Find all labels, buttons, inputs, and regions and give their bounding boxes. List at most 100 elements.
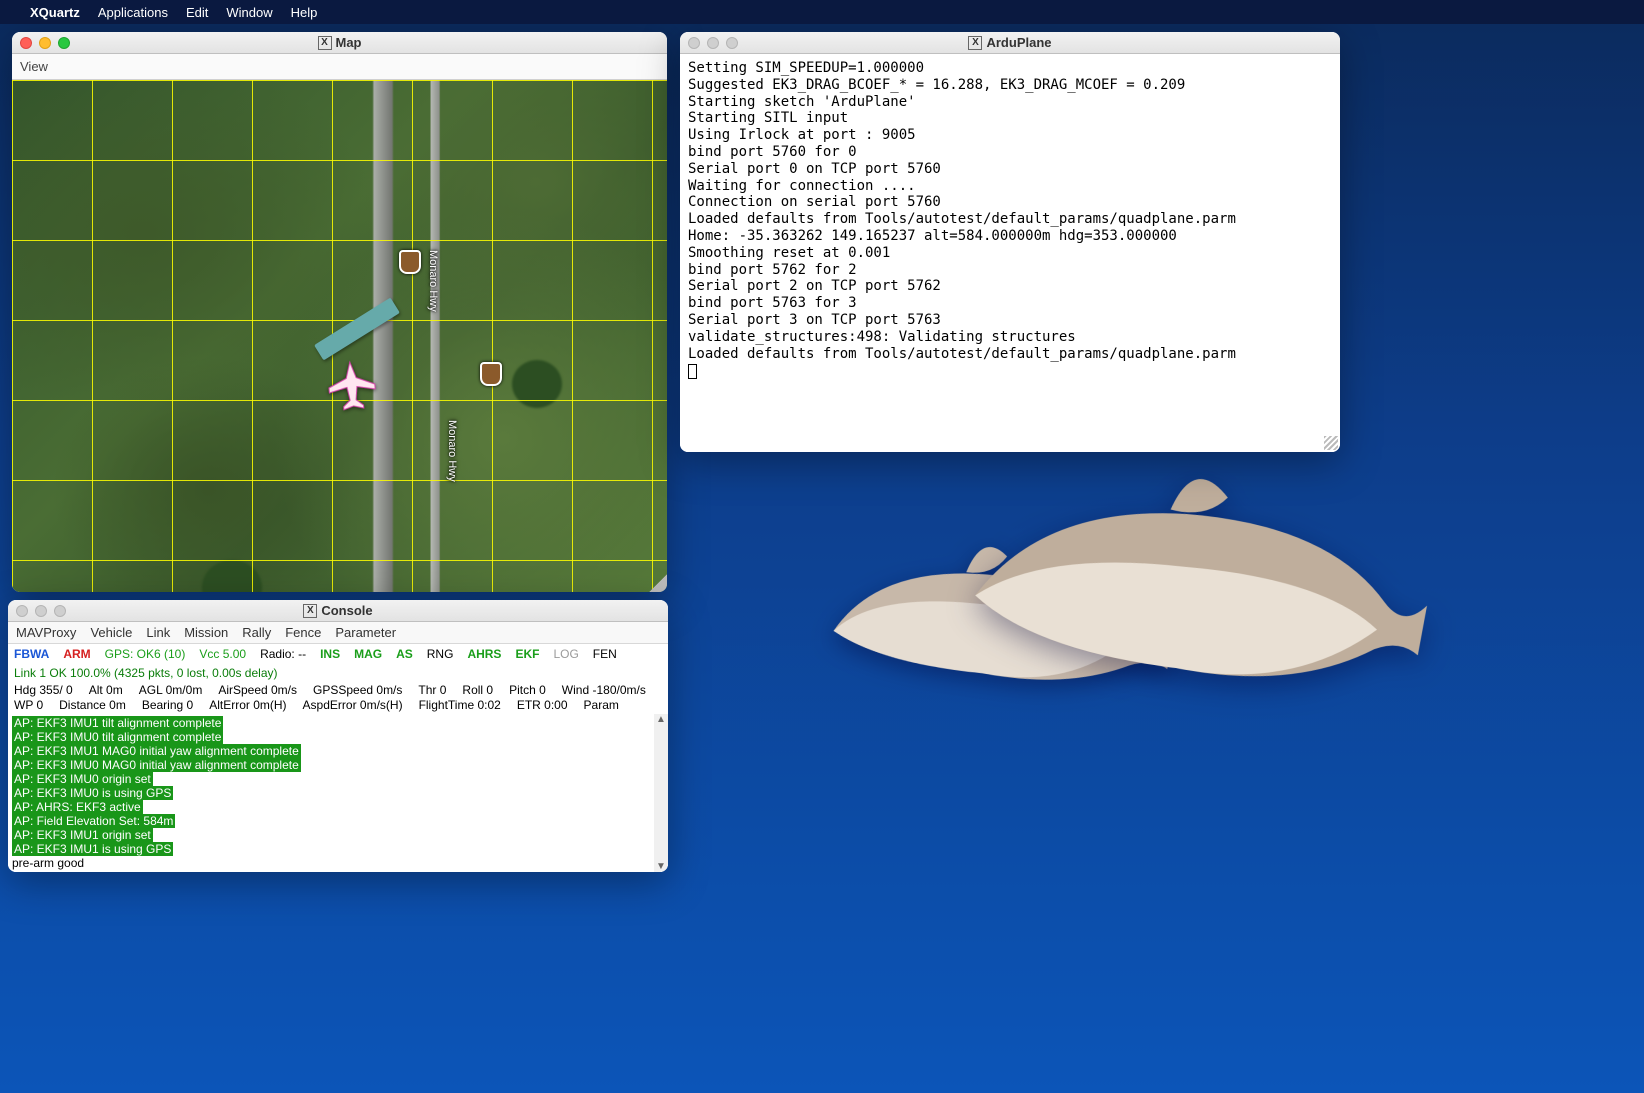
menubar-app-name[interactable]: XQuartz [30,5,80,20]
console-menu-item[interactable]: Fence [285,625,321,640]
console-log[interactable]: AP: EKF3 IMU1 tilt alignment completeAP:… [8,714,668,872]
status-gps: GPS: OK6 (10) [105,647,186,661]
maximize-icon[interactable] [54,605,66,617]
term-line: Waiting for connection .... [688,178,916,194]
tele-value: Wind -180/0m/s [562,683,646,698]
desktop-wallpaper [670,452,1644,1093]
console-menu-item[interactable]: Rally [242,625,271,640]
log-line: AP: EKF3 IMU0 MAG0 initial yaw alignment… [12,758,301,772]
map-canvas[interactable]: Monaro Hwy Monaro Hwy [12,80,667,592]
console-menu-item[interactable]: Vehicle [90,625,132,640]
terminal-output[interactable]: Setting SIM_SPEEDUP=1.000000 Suggested E… [680,54,1340,452]
term-line: Serial port 3 on TCP port 5763 [688,312,941,328]
tele-value: AltError 0m(H) [209,698,286,713]
scrollbar[interactable]: ▲ ▼ [654,714,668,872]
x11-icon: X [303,604,317,618]
tele-value: Roll 0 [462,683,493,698]
aircraft-icon[interactable] [325,358,380,417]
x11-icon: X [968,36,982,50]
link-status: Link 1 OK 100.0% (4325 pkts, 0 lost, 0.0… [8,664,668,682]
console-menu-item[interactable]: Mission [184,625,228,640]
status-mode: FBWA [14,647,49,661]
arduplane-titlebar[interactable]: XArduPlane [680,32,1340,54]
minimize-icon[interactable] [35,605,47,617]
tele-value: Distance 0m [59,698,126,713]
console-titlebar[interactable]: X Console [8,600,668,622]
term-line: bind port 5762 for 2 [688,262,857,278]
log-line: AP: EKF3 IMU1 MAG0 initial yaw alignment… [12,744,301,758]
dolphin-image [810,485,1191,728]
road-label: Monaro Hwy [427,250,439,312]
menubar-item[interactable]: Edit [186,5,208,20]
tele-value: AirSpeed 0m/s [218,683,297,698]
map-titlebar[interactable]: X Map [12,32,667,54]
status-vcc: Vcc 5.00 [199,647,246,661]
status-log: LOG [553,647,578,661]
term-line: Serial port 2 on TCP port 5762 [688,278,941,294]
route-shield-icon [480,362,502,386]
menubar-item[interactable]: Help [291,5,318,20]
status-radio: Radio: -- [260,647,306,661]
status-ins: INS [320,647,340,661]
close-icon[interactable] [688,37,700,49]
close-icon[interactable] [16,605,28,617]
resize-handle-icon[interactable] [1324,436,1338,450]
console-menu-item[interactable]: MAVProxy [16,625,76,640]
log-line: AP: EKF3 IMU1 origin set [12,828,153,842]
log-line: AP: EKF3 IMU0 origin set [12,772,153,786]
maximize-icon[interactable] [726,37,738,49]
scroll-up-icon[interactable]: ▲ [656,714,666,725]
console-menubar: MAVProxy Vehicle Link Mission Rally Fenc… [8,622,668,644]
tele-value: GPSSpeed 0m/s [313,683,402,698]
scroll-down-icon[interactable]: ▼ [656,861,666,872]
map-window-title: Map [336,35,362,50]
term-line: Smoothing reset at 0.001 [688,245,890,261]
console-menu-item[interactable]: Parameter [335,625,396,640]
road-label: Monaro Hwy [446,420,458,482]
status-fen: FEN [593,647,617,661]
log-line: AP: EKF3 IMU0 is using GPS [12,786,173,800]
tele-value: WP 0 [14,698,43,713]
log-line: AP: EKF3 IMU1 is using GPS [12,842,173,856]
terrain-feature [512,360,562,408]
close-icon[interactable] [20,37,32,49]
map-view-menu[interactable]: View [20,59,48,74]
tele-value: Alt 0m [89,683,123,698]
status-ekf: EKF [515,647,539,661]
term-line: Starting SITL input [688,110,848,126]
dolphin-image [954,420,1447,735]
term-line: Using Irlock at port : 9005 [688,127,916,143]
term-line: Serial port 0 on TCP port 5760 [688,161,941,177]
x11-icon: X [318,36,332,50]
log-line: AP: EKF3 IMU0 tilt alignment complete [12,730,223,744]
minimize-icon[interactable] [39,37,51,49]
term-line: Starting sketch 'ArduPlane' [688,94,916,110]
term-line: Home: -35.363262 149.165237 alt=584.0000… [688,228,1177,244]
arduplane-window[interactable]: XArduPlane Setting SIM_SPEEDUP=1.000000 … [680,32,1340,452]
status-as: AS [396,647,413,661]
tele-value: AspdError 0m/s(H) [303,698,403,713]
minimize-icon[interactable] [707,37,719,49]
log-line: AP: EKF3 IMU1 tilt alignment complete [12,716,223,730]
console-menu-item[interactable]: Link [146,625,170,640]
tele-value: ETR 0:00 [517,698,568,713]
cursor-icon [688,364,697,379]
resize-handle-icon[interactable] [649,574,667,592]
console-window-title: Console [321,603,372,618]
maximize-icon[interactable] [58,37,70,49]
tele-value: Bearing 0 [142,698,193,713]
map-toolbar: View [12,54,667,80]
tele-value: FlightTime 0:02 [419,698,501,713]
term-line: Setting SIM_SPEEDUP=1.000000 [688,60,924,76]
log-line: AP: Field Elevation Set: 584m [12,814,175,828]
term-line: validate_structures:498: Validating stru… [688,329,1076,345]
map-window[interactable]: X Map View Monaro Hwy Monaro Hwy [12,32,667,592]
menubar-item[interactable]: Applications [98,5,168,20]
log-line: pre-arm good [12,856,84,870]
menubar-item[interactable]: Window [226,5,272,20]
term-line: bind port 5760 for 0 [688,144,857,160]
console-window[interactable]: X Console MAVProxy Vehicle Link Mission R… [8,600,668,872]
term-line: Suggested EK3_DRAG_BCOEF_* = 16.288, EK3… [688,77,1185,93]
tele-value: AGL 0m/0m [139,683,203,698]
status-ahrs: AHRS [467,647,501,661]
